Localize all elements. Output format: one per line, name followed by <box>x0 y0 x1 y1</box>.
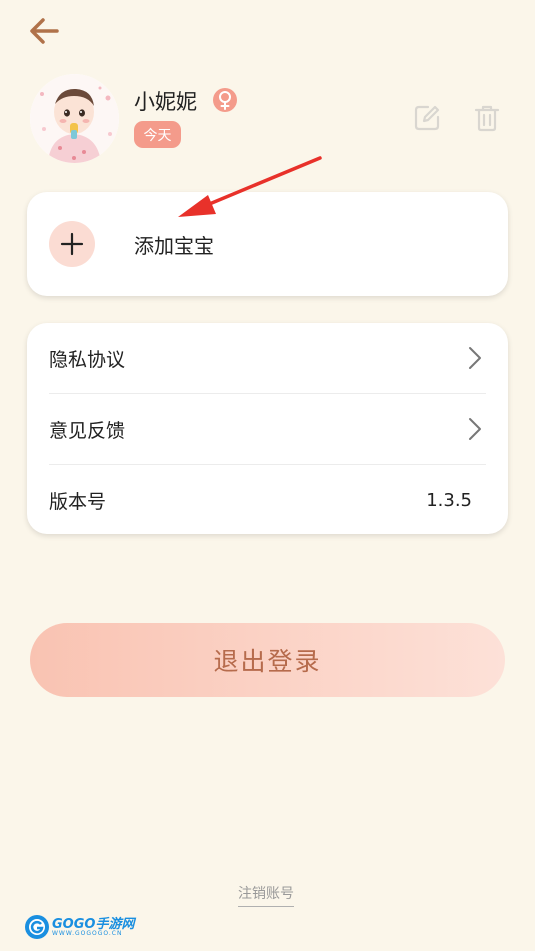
edit-icon[interactable] <box>412 103 442 133</box>
watermark-main-text: GOGO手游网 <box>52 916 135 932</box>
version-label: 版本号 <box>49 490 107 513</box>
baby-avatar[interactable] <box>30 74 119 163</box>
gogo-logo-icon <box>25 915 49 939</box>
add-baby-card[interactable]: 添加宝宝 <box>27 192 508 296</box>
cancel-account-link[interactable]: 注销账号 <box>238 883 294 907</box>
back-arrow-icon <box>30 18 59 44</box>
add-baby-label: 添加宝宝 <box>134 234 214 258</box>
baby-name: 小妮妮 <box>134 90 197 114</box>
settings-menu-card: 隐私协议 意见反馈 版本号 1.3.5 <box>27 323 508 534</box>
back-button[interactable] <box>26 14 62 50</box>
chevron-right-icon <box>469 418 481 440</box>
plus-icon <box>60 232 84 256</box>
version-value: 1.3.5 <box>426 489 472 511</box>
female-gender-icon <box>212 87 238 113</box>
chevron-right-icon <box>469 347 481 369</box>
baby-avatar-image <box>30 74 119 163</box>
logout-button[interactable]: 退出登录 <box>30 623 505 697</box>
privacy-label: 隐私协议 <box>49 348 126 371</box>
menu-item-version: 版本号 1.3.5 <box>49 465 486 535</box>
delete-icon[interactable] <box>472 103 502 133</box>
baby-profile-page: 小妮妮 今天 添加宝宝 隐私协议 意见反馈 版本号 1.3.5 退出登录 注销账… <box>0 0 535 951</box>
age-badge: 今天 <box>134 121 181 148</box>
add-baby-button[interactable] <box>49 221 95 267</box>
feedback-label: 意见反馈 <box>49 419 126 442</box>
site-watermark: GOGO手游网 WWW.GOGOGO.CN <box>24 914 134 940</box>
menu-item-privacy[interactable]: 隐私协议 <box>49 323 486 393</box>
menu-item-feedback[interactable]: 意见反馈 <box>49 394 486 464</box>
watermark-sub-text: WWW.GOGOGO.CN <box>52 929 123 937</box>
